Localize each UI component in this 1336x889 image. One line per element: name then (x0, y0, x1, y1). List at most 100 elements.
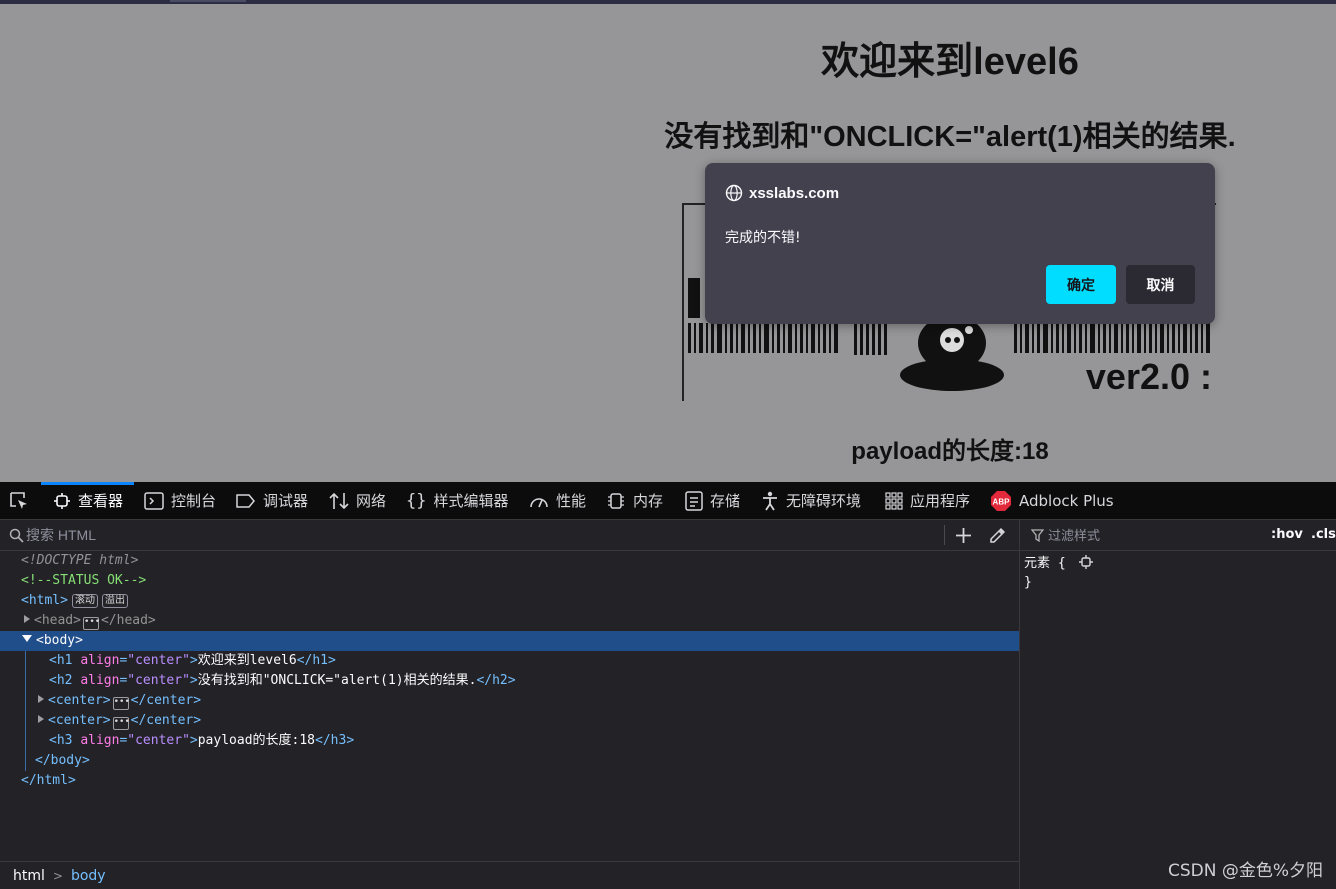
tab-network[interactable]: 网络 (329, 482, 386, 519)
tab-label: 无障碍环境 (786, 492, 862, 510)
markup-line-head[interactable]: <head> •••</head> (0, 611, 1019, 631)
attr-name: align (80, 673, 120, 688)
markup-line-h3[interactable]: <h3 align="center">payload的长度:18</h3> (0, 731, 1019, 751)
center-open-tag: <center> (48, 693, 111, 708)
attr-name: align (80, 733, 120, 748)
application-icon (885, 491, 903, 510)
h1-close-tag: </h1> (296, 653, 336, 668)
doctype-node: <!DOCTYPE html> (21, 553, 139, 568)
tab-label: Adblock Plus (1019, 491, 1114, 510)
expand-toggle-icon[interactable] (24, 615, 30, 623)
collapsed-ellipsis-icon[interactable]: ••• (82, 617, 100, 630)
tab-memory[interactable]: 内存 (606, 482, 663, 519)
svg-text:ABP: ABP (993, 497, 1011, 506)
search-html-input[interactable] (26, 524, 926, 546)
tab-label: 内存 (633, 492, 664, 510)
collapsed-ellipsis-icon[interactable]: ••• (112, 697, 130, 710)
add-node-icon[interactable] (955, 527, 972, 544)
expand-toggle-icon[interactable] (38, 695, 44, 703)
attr-value: "center" (127, 733, 190, 748)
markup-line-body-selected[interactable]: <body> (0, 631, 1019, 651)
filter-styles-input[interactable] (1048, 524, 1248, 546)
alert-cancel-button[interactable]: 取消 (1126, 265, 1195, 304)
tag-end: > (189, 653, 198, 668)
tab-hint (170, 0, 246, 2)
tab-label: 存储 (710, 492, 741, 510)
markup-line-comment[interactable]: <!--STATUS OK--> (0, 571, 1019, 591)
h1-open-tag: <h1 (49, 653, 73, 668)
tab-accessibility[interactable]: 无障碍环境 (761, 482, 861, 519)
markup-line-body-close[interactable]: </body> (0, 751, 1019, 771)
tab-style-editor[interactable]: {} 样式编辑器 (406, 482, 509, 519)
tab-application[interactable]: 应用程序 (885, 482, 970, 519)
html-close-tag: </html> (21, 773, 76, 788)
markup-line-center-2[interactable]: <center> •••</center> (0, 711, 1019, 731)
collapsed-ellipsis-icon[interactable]: ••• (112, 717, 130, 730)
head-open-tag: <head> (34, 613, 81, 628)
attr-value: "center" (127, 653, 190, 668)
search-icon (9, 528, 24, 543)
element-selector: 元素 { (1024, 556, 1066, 571)
overflow-badge[interactable]: 溢出 (101, 594, 128, 608)
tag-end: > (189, 733, 198, 748)
collapse-toggle-icon[interactable] (22, 635, 32, 642)
alert-ok-button[interactable]: 确定 (1046, 265, 1116, 304)
expand-toggle-icon[interactable] (38, 715, 44, 723)
tag-end: > (189, 673, 198, 688)
inspector-icon (54, 492, 70, 509)
scroll-badge[interactable]: 滚动 (71, 594, 98, 608)
h1-text-node: 欢迎来到level6 (197, 653, 297, 668)
page-heading-h1: 欢迎来到level6 (821, 41, 1079, 83)
rules-toolbar: :hov .cls (1020, 520, 1336, 551)
devtools-tabbar: 查看器 控制台 调试器 网络 {} 样式编辑器 性能 内存 存储 无障碍环境 应… (0, 482, 1336, 520)
head-close-tag: </head> (100, 613, 156, 628)
tab-storage[interactable]: 存储 (685, 482, 740, 519)
comment-node: <!--STATUS OK--> (21, 573, 147, 588)
html-search-bar (0, 520, 1019, 551)
accessibility-icon (763, 491, 777, 510)
markup-line-center-1[interactable]: <center> •••</center> (0, 691, 1019, 711)
tab-label: 调试器 (263, 492, 309, 510)
alert-message: 完成的不错! (725, 230, 801, 246)
h2-text-node: 没有找到和"ONCLICK="alert(1)相关的结果. (197, 673, 477, 688)
markup-line-html-close[interactable]: </html> (0, 771, 1019, 791)
h3-open-tag: <h3 (49, 733, 73, 748)
tab-adblock-plus[interactable]: ABP Adblock Plus (990, 482, 1114, 519)
page-heading-h2: 没有找到和"ONCLICK="alert(1)相关的结果. (664, 121, 1236, 153)
markup-line-h2[interactable]: <h2 align="center">没有找到和"ONCLICK="alert(… (0, 671, 1019, 691)
center-close-tag: </center> (130, 713, 202, 728)
adblock-plus-icon: ABP (991, 490, 1011, 511)
globe-icon (725, 184, 743, 202)
markup-line-doctype[interactable]: <!DOCTYPE html> (0, 551, 1019, 571)
tab-inspector[interactable]: 查看器 (41, 482, 134, 519)
devtools-panel: 查看器 控制台 调试器 网络 {} 样式编辑器 性能 内存 存储 无障碍环境 应… (0, 482, 1336, 889)
eyedropper-icon[interactable] (989, 526, 1007, 544)
tab-console[interactable]: 控制台 (144, 482, 216, 519)
element-picker-icon[interactable] (8, 490, 30, 512)
breadcrumb-body[interactable]: body (71, 868, 106, 884)
rules-panel: :hov .cls 元素 { } CSDN @金色%夕阳 (1019, 520, 1336, 889)
node-highlight-icon[interactable] (1079, 555, 1094, 569)
alert-origin-text: xsslabs.com (749, 184, 840, 202)
alert-dialog: xsslabs.com 完成的不错! 确定 取消 (705, 163, 1215, 324)
hov-toggle-button[interactable]: :hov (1271, 527, 1303, 542)
storage-icon (685, 490, 703, 511)
filter-icon (1031, 529, 1044, 542)
style-editor-icon: {} (406, 490, 427, 511)
tab-debugger[interactable]: 调试器 (236, 482, 308, 519)
cls-toggle-button[interactable]: .cls (1311, 527, 1336, 542)
body-close-tag: </body> (35, 753, 90, 768)
h2-open-tag: <h2 (49, 673, 73, 688)
markup-line-html[interactable]: <html> 滚动 溢出 (0, 591, 1019, 611)
attr-value: "center" (127, 673, 190, 688)
center-open-tag: <center> (48, 713, 111, 728)
breadcrumb-html[interactable]: html (13, 868, 45, 884)
debugger-icon (236, 493, 255, 508)
chevron-right-icon: > (52, 868, 63, 883)
attr-name: align (80, 653, 120, 668)
markup-line-h1[interactable]: <h1 align="center">欢迎来到level6</h1> (0, 651, 1019, 671)
tab-label: 应用程序 (910, 492, 971, 510)
rule-close-brace: } (1024, 575, 1032, 590)
tab-performance[interactable]: 性能 (529, 482, 586, 519)
tab-label: 性能 (556, 492, 587, 510)
